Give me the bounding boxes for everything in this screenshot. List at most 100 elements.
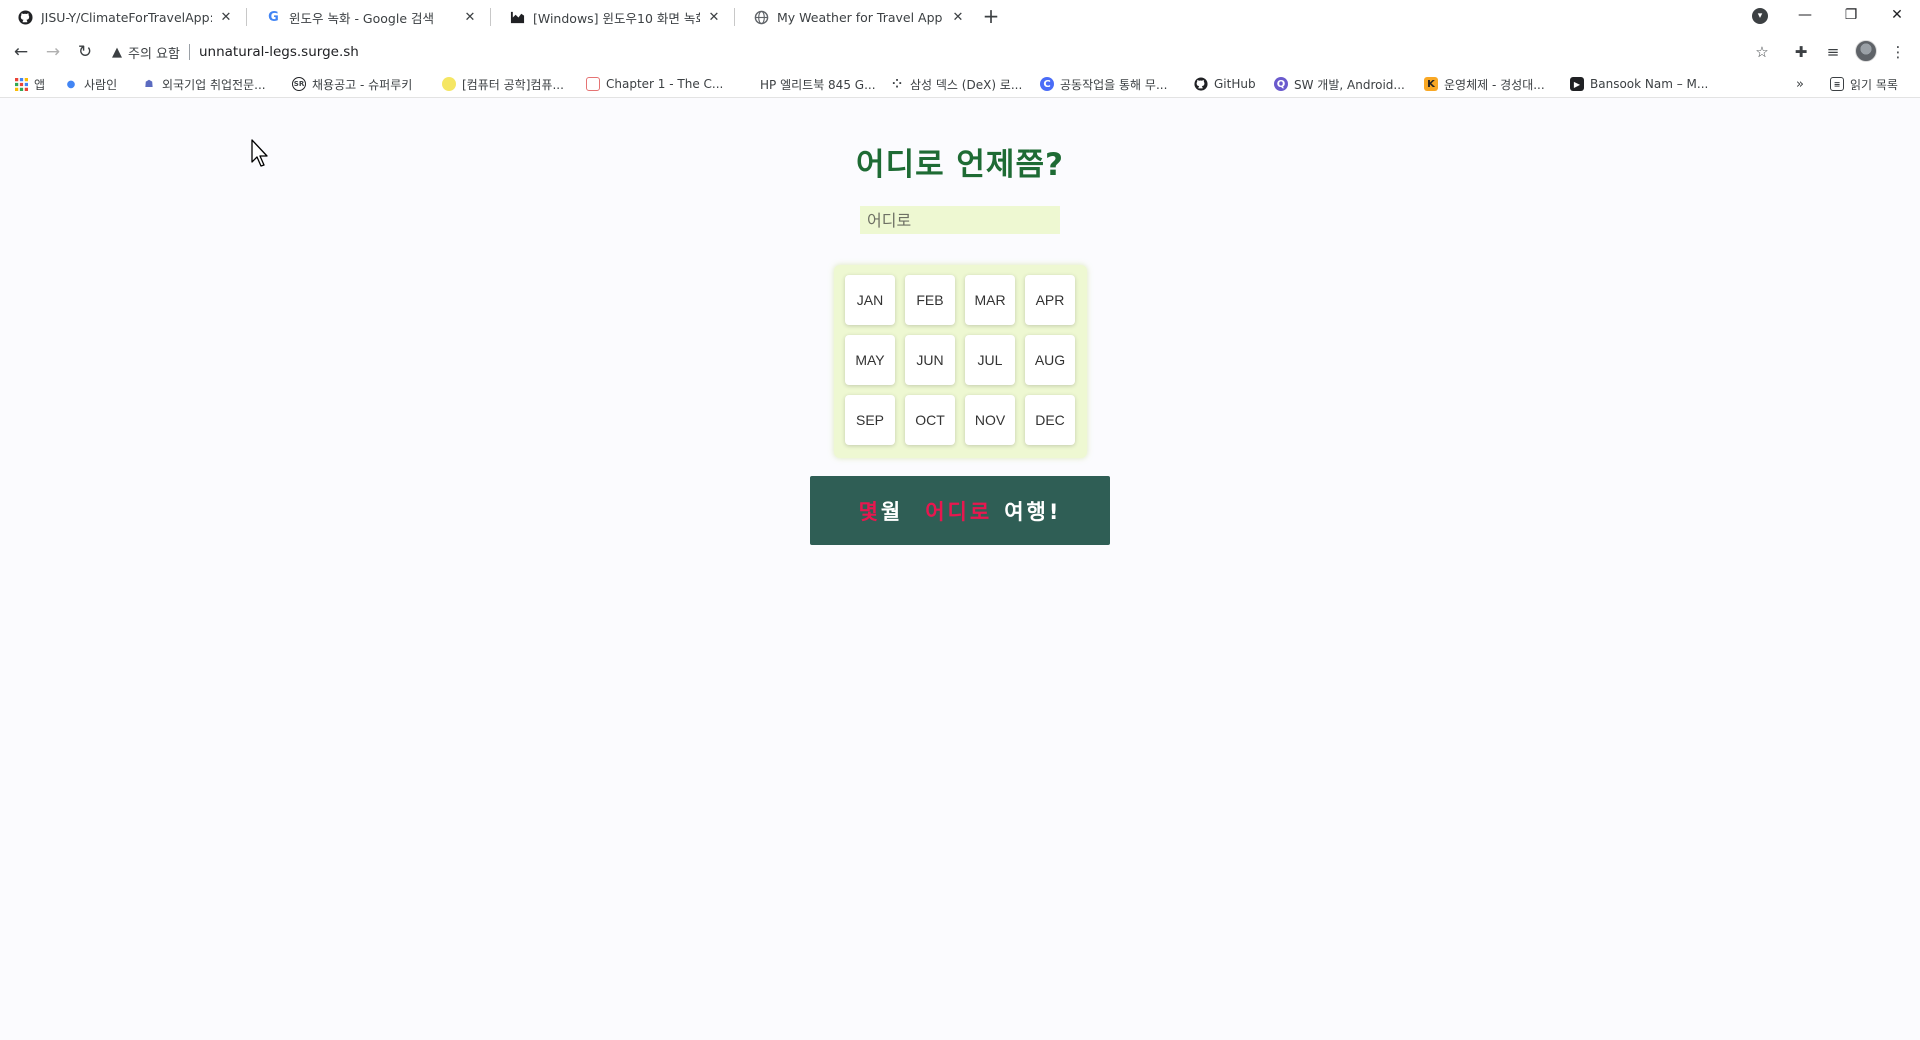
submit-trip-button[interactable]: 몇 월 어디로 여행! <box>810 476 1110 545</box>
reading-list-label: 읽기 목록 <box>1850 77 1898 92</box>
page-icon <box>586 77 600 91</box>
bookmark-bansook-nam[interactable]: ▶ Bansook Nam – M... <box>1570 75 1708 93</box>
circle-icon <box>442 77 456 91</box>
address-bar[interactable]: ▲ 주의 요함 unnatural-legs.surge.sh <box>112 39 1752 65</box>
chart-icon <box>510 10 525 25</box>
month-suffix: 월 <box>880 499 904 524</box>
bookmark-label: 삼성 덱스 (DeX) 로... <box>910 77 1023 92</box>
bookmark-apps[interactable]: 앱 <box>14 75 45 93</box>
menu-kebab-icon[interactable]: ⋮ <box>1884 39 1912 65</box>
tab-title: [Windows] 윈도우10 화면 녹화 <box>533 10 700 26</box>
month-button-sep[interactable]: SEP <box>845 395 895 445</box>
close-icon[interactable]: ✕ <box>218 10 234 25</box>
bookmark-chapter1[interactable]: Chapter 1 - The C... <box>586 75 723 93</box>
bookmark-label: 채용공고 - 슈퍼루키 <box>312 77 413 92</box>
month-button-oct[interactable]: OCT <box>905 395 955 445</box>
saramin-icon: ● <box>66 78 76 90</box>
tab-title: My Weather for Travel App <box>777 9 943 25</box>
tab-title: JISU-Y/ClimateForTravelApp: mu <box>41 9 212 25</box>
tab-github-repo[interactable]: JISU-Y/ClimateForTravelApp: mu ✕ <box>0 2 244 32</box>
globe-icon <box>754 10 769 25</box>
bookmark-label: 공동작업을 통해 무... <box>1060 77 1168 92</box>
page-title: 어디로 언제쯤? <box>856 147 1064 183</box>
window-close-icon[interactable]: ✕ <box>1874 0 1920 30</box>
destination-input[interactable] <box>860 206 1060 234</box>
trip-label: 여행! <box>1004 499 1062 524</box>
tab-title: 윈도우 녹화 - Google 검색 <box>289 10 434 26</box>
bookmark-label: [컴퓨터 공학]컴퓨... <box>462 77 564 92</box>
tab-strip: JISU-Y/ClimateForTravelApp: mu ✕ G 윈도우 녹… <box>0 0 1920 34</box>
month-button-may[interactable]: MAY <box>845 335 895 385</box>
k-icon: K <box>1424 77 1438 91</box>
month-button-aug[interactable]: AUG <box>1025 335 1075 385</box>
restore-icon[interactable]: ❐ <box>1828 0 1874 30</box>
month-button-apr[interactable]: APR <box>1025 275 1075 325</box>
bookmark-superookie[interactable]: SR 채용공고 - 슈퍼루키 <box>292 75 412 93</box>
sr-icon: SR <box>292 77 306 91</box>
bookmark-label: Chapter 1 - The C... <box>606 77 724 91</box>
month-button-jun[interactable]: JUN <box>905 335 955 385</box>
bookmark-label: SW 개발, Android... <box>1294 77 1405 92</box>
tab-google-search[interactable]: G 윈도우 녹화 - Google 검색 ✕ <box>248 2 488 32</box>
apps-icon <box>14 77 28 91</box>
bookmark-star-icon[interactable]: ☆ <box>1748 39 1776 65</box>
video-icon: ▶ <box>1570 77 1584 91</box>
q-icon: Q <box>1274 77 1288 91</box>
dots-icon: ⁘ <box>891 77 903 91</box>
back-arrow-icon[interactable]: ← <box>8 39 34 65</box>
avatar[interactable] <box>1855 40 1877 62</box>
forward-arrow-icon[interactable]: → <box>40 39 66 65</box>
bookmark-label: 외국기업 취업전문... <box>162 77 266 92</box>
month-button-feb[interactable]: FEB <box>905 275 955 325</box>
bookmark-sw-dev[interactable]: Q SW 개발, Android... <box>1274 75 1405 93</box>
page-viewport: 어디로 언제쯤? JAN FEB MAR APR MAY JUN JUL AUG… <box>0 99 1920 1040</box>
security-warning-label[interactable]: 주의 요함 <box>128 43 180 62</box>
bookmark-os[interactable]: K 운영체제 - 경성대... <box>1424 75 1545 93</box>
bookmark-label: 운영체제 - 경성대... <box>1444 77 1545 92</box>
month-placeholder: 몇 <box>858 499 881 524</box>
bookmark-label: GitHub <box>1214 77 1256 91</box>
reading-list[interactable]: ≡ 읽기 목록 <box>1830 75 1898 93</box>
place-placeholder: 어디로 <box>925 499 993 524</box>
month-button-mar[interactable]: MAR <box>965 275 1015 325</box>
month-picker: JAN FEB MAR APR MAY JUN JUL AUG SEP OCT … <box>834 265 1087 458</box>
bookmarks-bar: 앱 ● 사람인 ☗ 외국기업 취업전문... SR 채용공고 - 슈퍼루키 [컴… <box>0 70 1920 98</box>
month-button-jul[interactable]: JUL <box>965 335 1015 385</box>
github-icon <box>18 9 33 25</box>
media-control-icon[interactable]: ≡ <box>1819 39 1847 65</box>
google-icon: G <box>268 9 279 25</box>
bookmark-collaboration[interactable]: C 공동작업을 통해 무... <box>1040 75 1167 93</box>
hp-icon <box>740 77 754 91</box>
close-icon[interactable]: ✕ <box>950 10 966 25</box>
browser-toolbar: ← → ↻ ▲ 주의 요함 unnatural-legs.surge.sh ☆ … <box>0 34 1920 70</box>
month-button-nov[interactable]: NOV <box>965 395 1015 445</box>
tab-windows-recording[interactable]: [Windows] 윈도우10 화면 녹화 ✕ <box>492 2 732 32</box>
month-button-dec[interactable]: DEC <box>1025 395 1075 445</box>
bookmark-computer-eng[interactable]: [컴퓨터 공학]컴퓨... <box>442 75 564 93</box>
bookmark-label: HP 엘리트북 845 G... <box>760 77 876 92</box>
reload-icon[interactable]: ↻ <box>72 39 98 65</box>
bookmark-hp-elitebook[interactable]: HP 엘리트북 845 G... <box>740 75 876 93</box>
close-icon[interactable]: ✕ <box>706 10 722 25</box>
extensions-icon[interactable]: ✚ <box>1787 39 1815 65</box>
bookmark-samsung-dex[interactable]: ⁘ 삼성 덱스 (DeX) 로... <box>890 75 1022 93</box>
person-icon: ☗ <box>144 78 154 90</box>
close-icon[interactable]: ✕ <box>462 10 478 25</box>
warning-icon[interactable]: ▲ <box>112 45 122 60</box>
mouse-cursor-icon <box>251 139 268 167</box>
more-bookmarks-icon[interactable]: » <box>1796 75 1804 93</box>
bookmark-label: Bansook Nam – M... <box>1590 77 1709 91</box>
month-button-jan[interactable]: JAN <box>845 275 895 325</box>
tab-search-icon[interactable]: ▾ <box>1752 8 1768 24</box>
bookmark-label: 앱 <box>34 77 46 92</box>
minimize-icon[interactable]: — <box>1782 0 1828 30</box>
reading-list-icon: ≡ <box>1830 77 1844 91</box>
bookmark-foreign-jobs[interactable]: ☗ 외국기업 취업전문... <box>142 75 266 93</box>
new-tab-button[interactable]: + <box>978 4 1004 30</box>
c-icon: C <box>1040 77 1054 91</box>
tab-weather-app[interactable]: My Weather for Travel App ✕ <box>736 2 976 32</box>
bookmark-github[interactable]: GitHub <box>1194 75 1256 93</box>
bookmark-label: 사람인 <box>84 77 118 92</box>
url-text[interactable]: unnatural-legs.surge.sh <box>199 44 359 60</box>
bookmark-saramin[interactable]: ● 사람인 <box>64 75 118 93</box>
